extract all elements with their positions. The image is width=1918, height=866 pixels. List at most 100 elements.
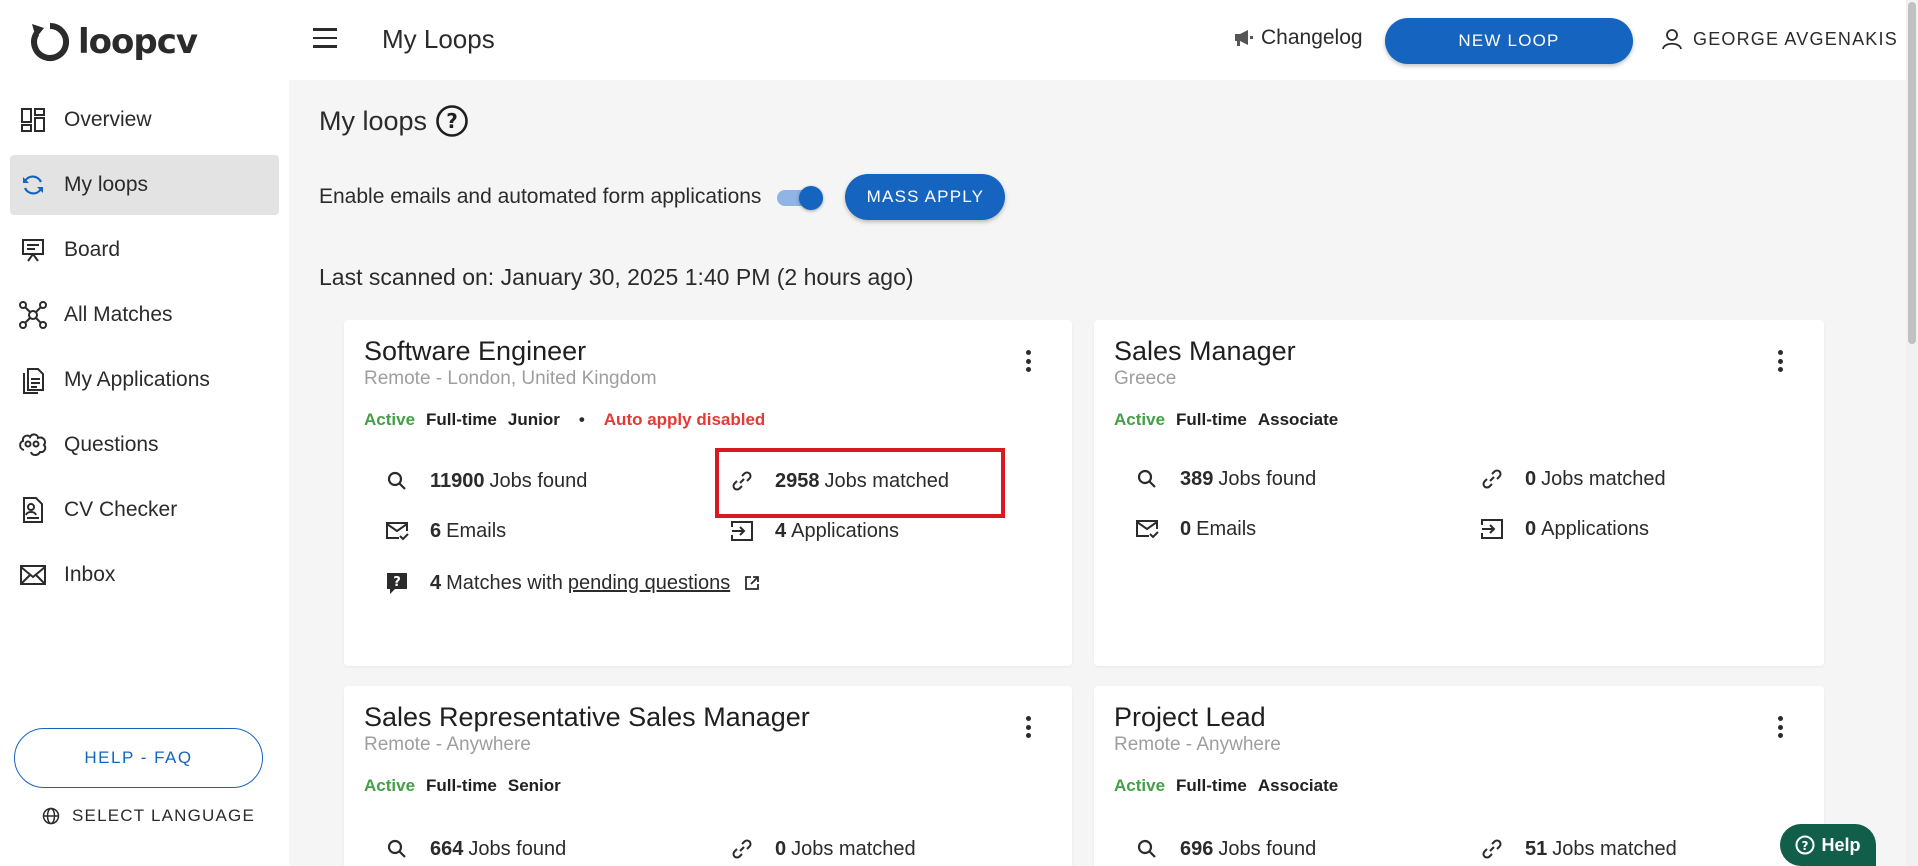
applications-stat[interactable]: 4 Applications (729, 518, 899, 544)
jobs-found-stat[interactable]: 11900 Jobs found (384, 468, 587, 494)
mail-icon (18, 560, 48, 590)
jobs-matched-stat[interactable]: 0 Jobs matched (729, 836, 916, 862)
mass-apply-button[interactable]: MASS APPLY (845, 174, 1006, 220)
applications-label: Applications (1541, 517, 1649, 540)
brain-icon (18, 430, 48, 460)
sidebar-item-cv-checker[interactable]: CV Checker (10, 480, 279, 540)
jobs-matched-stat[interactable]: 0 Jobs matched (1479, 466, 1666, 492)
help-faq-button[interactable]: HELP - FAQ (14, 728, 263, 788)
select-language-button[interactable]: SELECT LANGUAGE (42, 806, 255, 826)
help-circle-icon[interactable]: ? (435, 104, 469, 138)
sidebar-item-label: Questions (64, 433, 159, 456)
enable-automation-label: Enable emails and automated form applica… (319, 185, 762, 208)
loop-card[interactable]: Sales Representative Sales Manager Remot… (344, 686, 1072, 866)
help-widget-button[interactable]: ? Help (1780, 824, 1876, 866)
applications-count: 4 (775, 519, 787, 542)
top-bar: My Loops Changelog NEW LOOP GEORGE AVGEN… (289, 0, 1918, 80)
seniority-tag: Junior (507, 410, 560, 429)
main-content: My loops ? Enable emails and automated f… (289, 80, 1906, 866)
jobs-found-stat[interactable]: 389 Jobs found (1134, 466, 1316, 492)
page-title: My Loops (382, 24, 495, 54)
emails-stat[interactable]: 6 Emails (384, 518, 506, 544)
sidebar-item-all-matches[interactable]: All Matches (10, 285, 279, 345)
emails-stat[interactable]: 0 Emails (1134, 516, 1256, 542)
pending-prefix: Matches with (446, 571, 563, 594)
jobs-found-count: 389 (1180, 467, 1214, 490)
jobs-found-label: Jobs found (468, 837, 567, 860)
changelog-link[interactable]: Changelog (1233, 26, 1363, 50)
loop-card[interactable]: Project Lead Remote - Anywhere Active Fu… (1094, 686, 1824, 866)
sidebar-item-my-applications[interactable]: My Applications (10, 350, 279, 410)
svg-text:?: ? (446, 109, 458, 133)
svg-text:?: ? (1802, 839, 1809, 853)
sidebar-item-inbox[interactable]: Inbox (10, 545, 279, 605)
cv-icon (18, 495, 48, 525)
loop-title[interactable]: Sales Representative Sales Manager (364, 702, 810, 733)
loop-location: Greece (1114, 368, 1177, 389)
sidebar-item-board[interactable]: Board (10, 220, 279, 280)
loop-card[interactable]: Sales Manager Greece Active Full-time As… (1094, 320, 1824, 666)
more-vert-icon[interactable] (1778, 350, 1784, 372)
user-icon (1662, 29, 1682, 50)
help-circle-icon: ? (1795, 835, 1815, 855)
loop-title[interactable]: Sales Manager (1114, 336, 1296, 367)
enable-automation-row: Enable emails and automated form applica… (319, 174, 1006, 220)
loop-tags: Active Full-time Senior (364, 776, 561, 796)
menu-icon[interactable] (313, 28, 337, 50)
section-title-text: My loops (319, 105, 428, 136)
loop-tags: Active Full-time Associate (1114, 410, 1338, 430)
logo[interactable]: loopcv (28, 18, 198, 66)
jobs-found-stat[interactable]: 696 Jobs found (1134, 836, 1316, 862)
loop-tags: Active Full-time Associate (1114, 776, 1338, 796)
sidebar-item-questions[interactable]: Questions (10, 415, 279, 475)
section-title: My loops ? (319, 104, 469, 138)
login-icon (1479, 516, 1505, 542)
jobs-found-count: 664 (430, 837, 464, 860)
jobs-found-count: 696 (1180, 837, 1214, 860)
seniority-tag: Associate (1257, 776, 1339, 795)
automation-toggle[interactable] (775, 184, 825, 210)
jobs-matched-count: 0 (775, 837, 787, 860)
jobs-found-count: 11900 (430, 469, 485, 492)
job-type-tag: Full-time (426, 410, 497, 429)
pending-questions-stat: ? 4 Matches with pending questions (384, 570, 760, 596)
more-vert-icon[interactable] (1778, 716, 1784, 738)
pending-questions-link[interactable]: pending questions (568, 572, 730, 595)
applications-count: 0 (1525, 517, 1537, 540)
brand-name: loopcv (78, 22, 198, 62)
last-scanned-text: Last scanned on: January 30, 2025 1:40 P… (319, 264, 914, 290)
globe-icon (42, 807, 60, 825)
loop-title[interactable]: Software Engineer (364, 336, 586, 367)
sidebar-item-overview[interactable]: Overview (10, 90, 279, 150)
mail-check-icon (384, 518, 410, 544)
scrollbar-thumb[interactable] (1908, 2, 1916, 344)
link-icon (1479, 836, 1505, 862)
emails-label: Emails (446, 519, 507, 542)
seniority-tag: Senior (507, 776, 561, 795)
user-menu[interactable]: GEORGE AVGENAKIS (1661, 28, 1898, 50)
more-vert-icon[interactable] (1026, 350, 1032, 372)
loop-tags: Active Full-time Junior • Auto apply dis… (364, 410, 765, 430)
sidebar-item-my-loops[interactable]: My loops (10, 155, 279, 215)
scrollbar[interactable] (1906, 0, 1918, 866)
jobs-matched-count: 51 (1525, 837, 1548, 860)
board-icon (18, 235, 48, 265)
search-icon (384, 836, 410, 862)
jobs-found-label: Jobs found (1218, 837, 1317, 860)
search-icon (1134, 836, 1160, 862)
new-loop-button[interactable]: NEW LOOP (1385, 18, 1633, 64)
jobs-matched-stat[interactable]: 51 Jobs matched (1479, 836, 1677, 862)
open-in-new-icon[interactable] (744, 575, 760, 591)
sidebar-item-label: Board (64, 238, 121, 261)
more-vert-icon[interactable] (1026, 716, 1032, 738)
separator-dot: • (578, 410, 585, 429)
emails-count: 6 (430, 519, 442, 542)
job-type-tag: Full-time (1176, 410, 1247, 429)
jobs-found-stat[interactable]: 664 Jobs found (384, 836, 566, 862)
sidebar-nav: Overview My loops Board All Matches My A… (10, 90, 279, 610)
loop-title[interactable]: Project Lead (1114, 702, 1266, 733)
applications-stat[interactable]: 0 Applications (1479, 516, 1649, 542)
sidebar-item-label: Overview (64, 108, 152, 131)
jobs-matched-label: Jobs matched (1541, 467, 1666, 490)
applications-label: Applications (791, 519, 899, 542)
